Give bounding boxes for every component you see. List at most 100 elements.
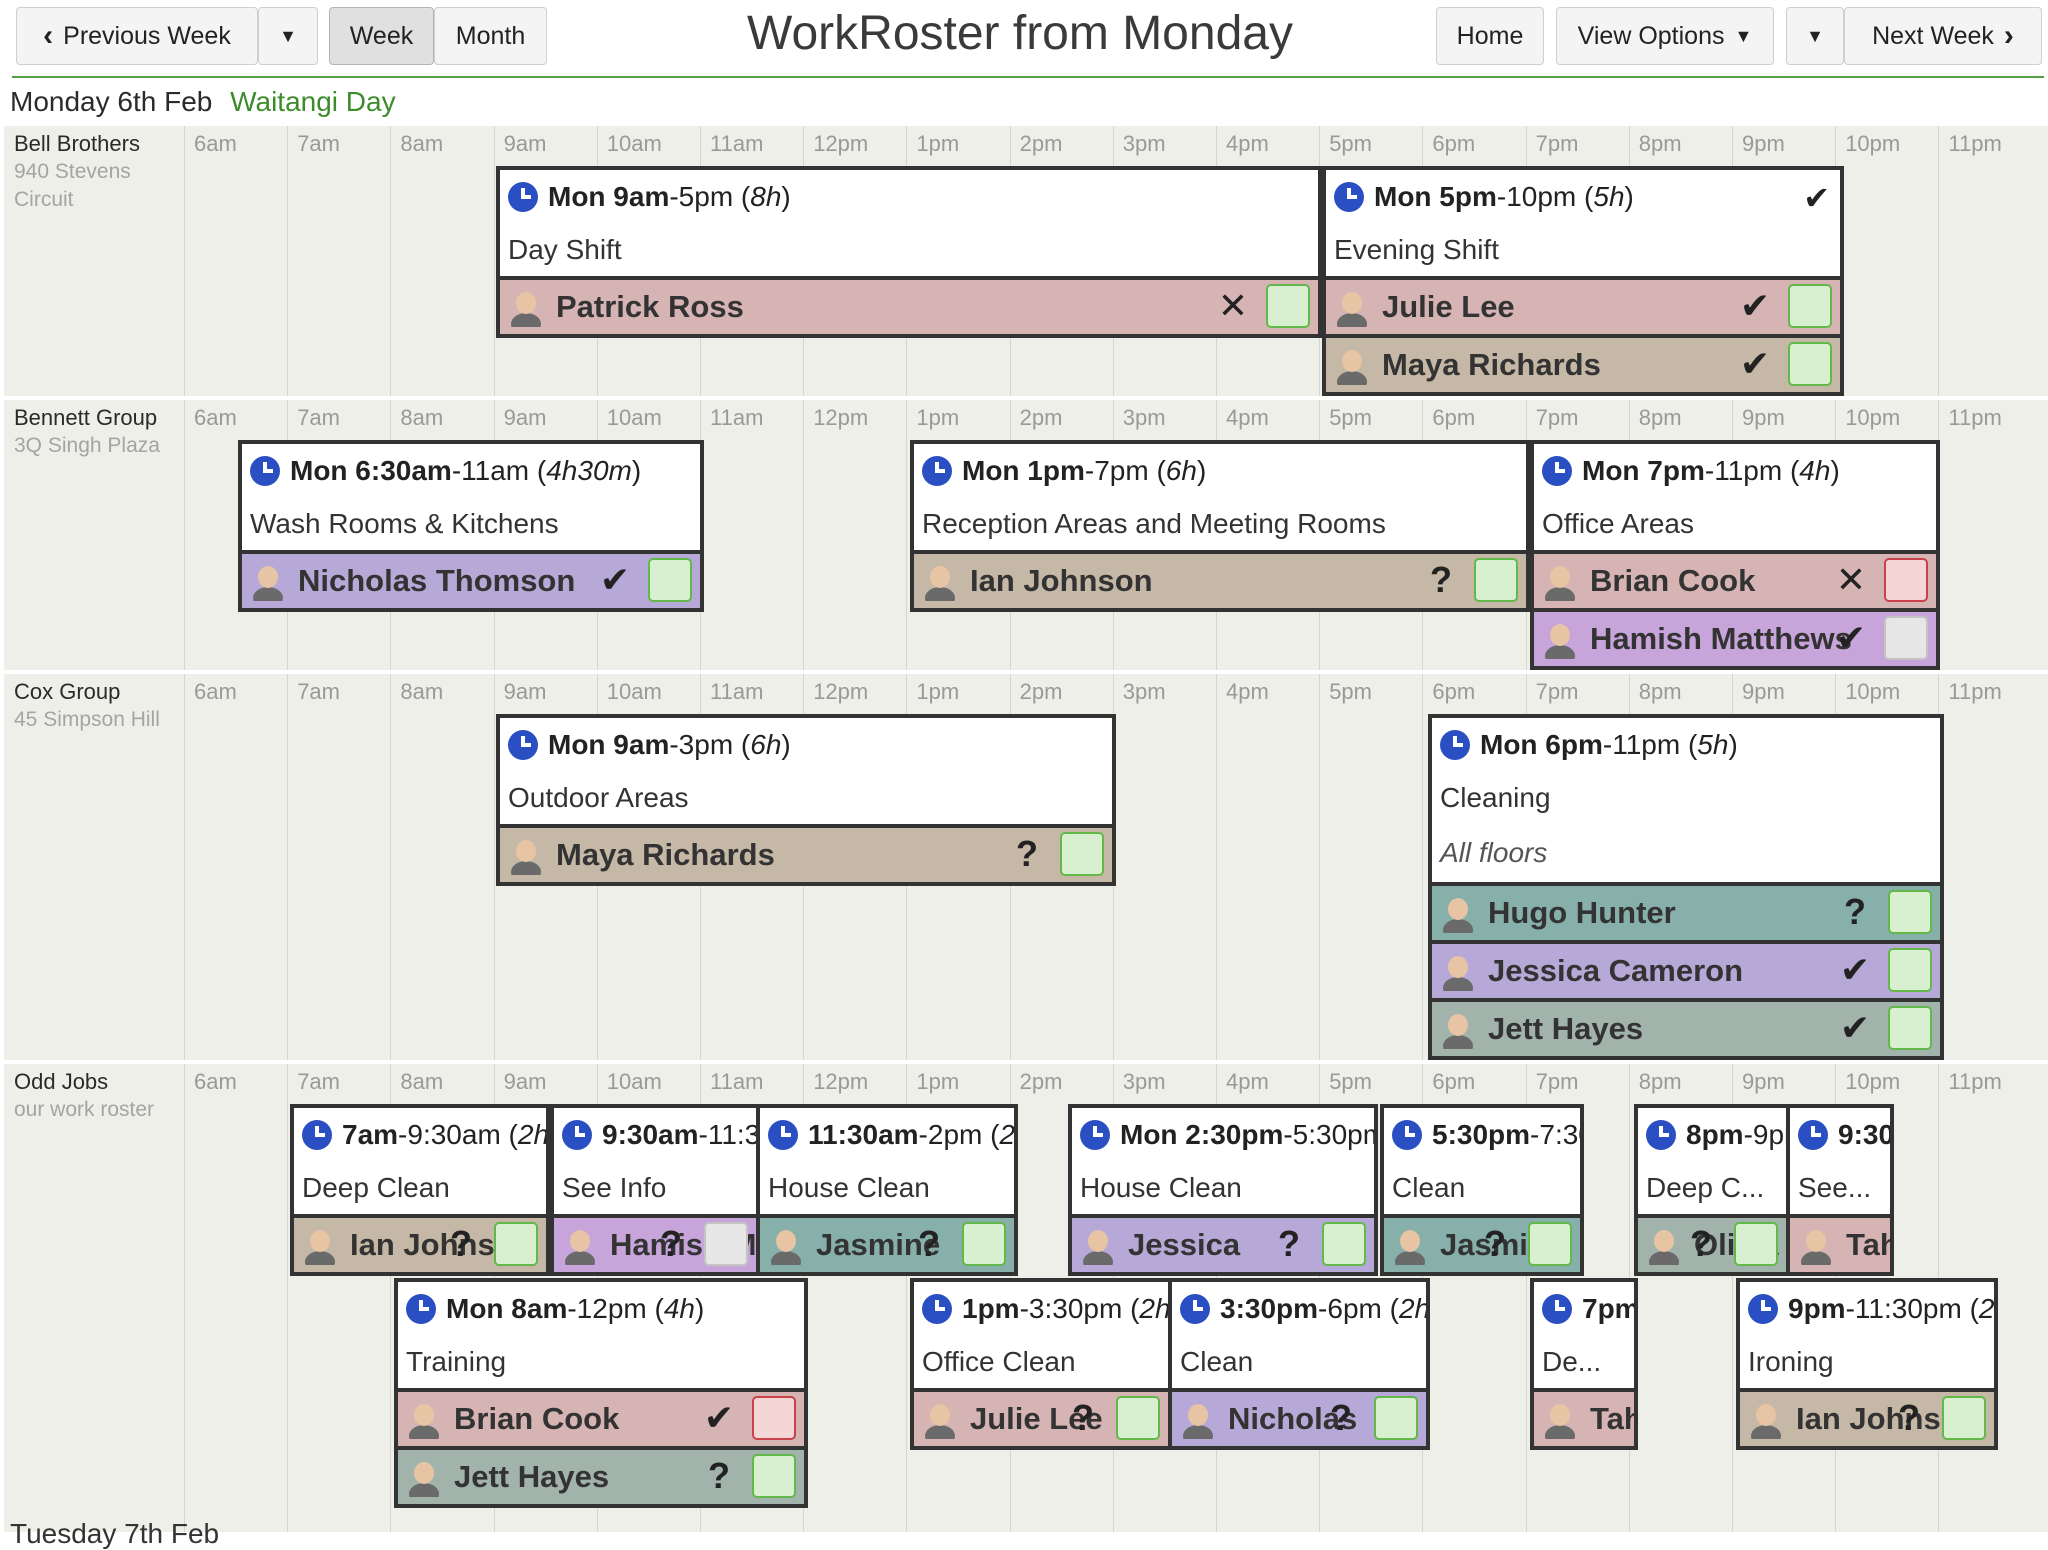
shift-card[interactable]: Mon 6:30am -11am (4h30m) Wash Rooms & Kitc…	[238, 440, 704, 612]
staff-assignment[interactable]: Nicholas Thomson ✔	[242, 550, 700, 608]
shift-time[interactable]: Mon 8am -12pm (4h)	[398, 1282, 804, 1335]
staff-assignment[interactable]: Jessica Cameron ✔	[1432, 940, 1940, 998]
shift-card[interactable]: 9pm-11:30pm (2h30m) Ironing Ian Johnson?	[1736, 1278, 1998, 1450]
assignment-checkbox[interactable]	[1788, 342, 1832, 386]
staff-assignment[interactable]: Julie Lee ✔	[1326, 276, 1840, 334]
shift-time[interactable]: 9pm-11:30pm (2h30m)	[1740, 1282, 1994, 1335]
assignment-checkbox[interactable]	[1322, 1222, 1366, 1266]
assignment-checkbox[interactable]	[1788, 284, 1832, 328]
staff-assignment[interactable]: Nicholas?	[1172, 1388, 1426, 1446]
location-subtitle: 3Q Singh Plaza	[14, 434, 160, 457]
staff-assignment[interactable]: Jasmine?	[760, 1214, 1014, 1272]
staff-assignment[interactable]: Brian Cook ✕	[1534, 550, 1936, 608]
staff-assignment[interactable]: Maya Richards?	[500, 824, 1112, 882]
assignment-checkbox[interactable]	[1888, 1006, 1932, 1050]
shift-time[interactable]: 7pm-8pm (1h)	[1534, 1282, 1634, 1335]
avatar	[1746, 1399, 1786, 1439]
shift-time[interactable]: Mon 6pm -11pm (5h)	[1432, 718, 1940, 771]
staff-assignment[interactable]: Jessica?	[1072, 1214, 1374, 1272]
shift-time[interactable]: Mon 9am -3pm (6h)	[500, 718, 1112, 771]
assignment-checkbox[interactable]	[1266, 284, 1310, 328]
week-view-button[interactable]: Week	[329, 7, 434, 65]
staff-assignment[interactable]: Tahl	[1534, 1388, 1634, 1446]
previous-week-dropdown[interactable]: ▼	[258, 7, 318, 65]
shift-card[interactable]: Mon 1pm -7pm (6h) Reception Areas and Meet…	[910, 440, 1530, 612]
shift-time[interactable]: 1pm-3:30pm (2h30m)	[914, 1282, 1168, 1335]
staff-assignment[interactable]: Ian Johnson?	[914, 550, 1526, 608]
staff-name[interactable]: Tahl	[1846, 1227, 1890, 1263]
previous-week-button[interactable]: ‹ Previous Week	[16, 7, 258, 65]
staff-assignment[interactable]: Ian Johnson?	[294, 1214, 546, 1272]
shift-time[interactable]: 9:30am-11:30am (2h)	[554, 1108, 756, 1161]
staff-assignment[interactable]: Hamish Matthews ✔	[1534, 608, 1936, 666]
staff-name[interactable]: Tahl	[1590, 1401, 1634, 1437]
staff-assignment[interactable]: Patrick Ross ✕	[500, 276, 1318, 334]
shift-card[interactable]: 5:30pm-7:30pm (2h) Clean Jasmine?	[1380, 1104, 1584, 1276]
assignment-checkbox[interactable]	[704, 1222, 748, 1266]
shift-card[interactable]: 9:30am-11:30am (2h) See Info Hamish Matthe…	[550, 1104, 760, 1276]
avatar	[1332, 345, 1372, 385]
assignment-checkbox[interactable]	[1884, 616, 1928, 660]
shift-time[interactable]: Mon 6:30am -11am (4h30m)	[242, 444, 700, 497]
assignment-checkbox[interactable]	[494, 1222, 538, 1266]
staff-assignment[interactable]: Ian Johnson?	[1740, 1388, 1994, 1446]
staff-name[interactable]: Patrick Ross	[556, 289, 1318, 325]
staff-name[interactable]: Nicholas Thomson	[298, 563, 700, 599]
next-week-button[interactable]: Next Week ›	[1844, 7, 2042, 65]
shift-card[interactable]: 7am-9:30am (2h30m) Deep Clean Ian Johnson?	[290, 1104, 550, 1276]
shift-time[interactable]: 8pm-9pm (1h)	[1638, 1108, 1786, 1161]
shift-time[interactable]: 5:30pm-7:30pm (2h)	[1384, 1108, 1580, 1161]
shift-card[interactable]: 9:30pm-10:30pm (1h) See... Tahl	[1786, 1104, 1894, 1276]
next-week-dropdown[interactable]: ▼	[1786, 7, 1844, 65]
view-options-button[interactable]: View Options ▼	[1556, 7, 1774, 65]
shift-card[interactable]: Mon 5pm -10pm (5h) ✔ Evening Shift Julie Lee…	[1322, 166, 1844, 396]
shift-time[interactable]: Mon 5pm -10pm (5h) ✔	[1326, 170, 1840, 223]
shift-card[interactable]: 8pm-9pm (1h) Deep C... Olivia?	[1634, 1104, 1790, 1276]
shift-card[interactable]: 3:30pm-6pm (2h30m) Clean Nicholas?	[1168, 1278, 1430, 1450]
assignment-checkbox[interactable]	[1116, 1396, 1160, 1440]
shift-time[interactable]: Mon 2:30pm-5:30pm (3h)	[1072, 1108, 1374, 1161]
month-view-button[interactable]: Month	[434, 7, 547, 65]
assignment-checkbox[interactable]	[1734, 1222, 1778, 1266]
assignment-checkbox[interactable]	[1474, 558, 1518, 602]
assignment-checkbox[interactable]	[1888, 890, 1932, 934]
shift-card[interactable]: Mon 9am -3pm (6h) Outdoor Areas Maya Richar…	[496, 714, 1116, 886]
assignment-checkbox[interactable]	[648, 558, 692, 602]
shift-card[interactable]: 11:30am-2pm (2h30m) House Clean Jasmine?	[756, 1104, 1018, 1276]
home-button[interactable]: Home	[1436, 7, 1544, 65]
staff-assignment[interactable]: Tahl	[1790, 1214, 1890, 1272]
shift-time[interactable]: 7am-9:30am (2h30m)	[294, 1108, 546, 1161]
shift-time[interactable]: Mon 1pm -7pm (6h)	[914, 444, 1526, 497]
day-heading: Monday 6th Feb Waitangi Day	[10, 86, 396, 118]
shift-card[interactable]: Mon 7pm -11pm (4h) Office Areas Brian Cook ✕…	[1530, 440, 1940, 670]
shift-card[interactable]: Mon 9am -5pm (8h) Day Shift Patrick Ross ✕	[496, 166, 1322, 338]
assignment-checkbox[interactable]	[1888, 948, 1932, 992]
assignment-checkbox[interactable]	[1942, 1396, 1986, 1440]
shift-time[interactable]: 3:30pm-6pm (2h30m)	[1172, 1282, 1426, 1335]
assignment-checkbox[interactable]	[752, 1396, 796, 1440]
assignment-checkbox[interactable]	[1884, 558, 1928, 602]
assignment-checkbox[interactable]	[1528, 1222, 1572, 1266]
staff-assignment[interactable]: Maya Richards ✔	[1326, 334, 1840, 392]
staff-assignment[interactable]: Olivia?	[1638, 1214, 1786, 1272]
shift-time[interactable]: 9:30pm-10:30pm (1h)	[1790, 1108, 1890, 1161]
shift-card[interactable]: Mon 8am -12pm (4h) Training Brian Cook ✔ Jett…	[394, 1278, 808, 1508]
shift-time[interactable]: 11:30am-2pm (2h30m)	[760, 1108, 1014, 1161]
staff-assignment[interactable]: Julie Lee?	[914, 1388, 1168, 1446]
shift-card[interactable]: 7pm-8pm (1h) De... Tahl	[1530, 1278, 1638, 1450]
staff-assignment[interactable]: Hamish Matthews?	[554, 1214, 756, 1272]
staff-assignment[interactable]: Jett Hayes?	[398, 1446, 804, 1504]
shift-card[interactable]: Mon 6pm -11pm (5h) Cleaning All floors Hugo …	[1428, 714, 1944, 1060]
assignment-checkbox[interactable]	[1060, 832, 1104, 876]
staff-assignment[interactable]: Jasmine?	[1384, 1214, 1580, 1272]
assignment-checkbox[interactable]	[1374, 1396, 1418, 1440]
assignment-checkbox[interactable]	[752, 1454, 796, 1498]
assignment-checkbox[interactable]	[962, 1222, 1006, 1266]
staff-assignment[interactable]: Jett Hayes ✔	[1432, 998, 1940, 1056]
shift-card[interactable]: 1pm-3:30pm (2h30m) Office Clean Julie Lee?	[910, 1278, 1172, 1450]
shift-card[interactable]: Mon 2:30pm-5:30pm (3h) House Clean Jessica…	[1068, 1104, 1378, 1276]
shift-time[interactable]: Mon 9am -5pm (8h)	[500, 170, 1318, 223]
staff-assignment[interactable]: Brian Cook ✔	[398, 1388, 804, 1446]
shift-time[interactable]: Mon 7pm -11pm (4h)	[1534, 444, 1936, 497]
staff-assignment[interactable]: Hugo Hunter?	[1432, 882, 1940, 940]
